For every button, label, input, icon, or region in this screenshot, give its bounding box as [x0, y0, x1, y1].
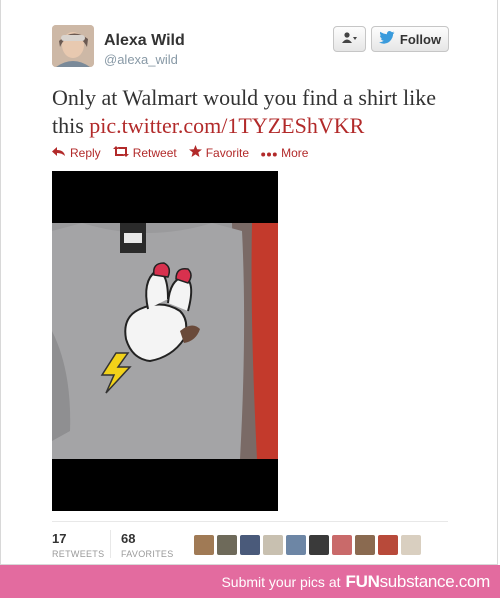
favoriter-avatar[interactable]	[355, 535, 375, 555]
retweets-count: 17	[52, 531, 67, 546]
favoriter-avatar[interactable]	[378, 535, 398, 555]
favorites-label: FAVORITES	[121, 549, 174, 559]
star-icon	[188, 145, 202, 160]
reply-icon	[52, 146, 66, 160]
stats-divider	[52, 521, 448, 522]
reply-label: Reply	[70, 145, 101, 160]
favorite-label: Favorite	[205, 145, 250, 160]
tweet-photo[interactable]	[52, 171, 278, 511]
retweets-label: RETWEETS	[52, 549, 105, 559]
retweet-icon	[112, 145, 129, 160]
author-name[interactable]: Alexa Wild	[104, 32, 185, 50]
brand-substance: substance	[379, 571, 455, 591]
more-action[interactable]: More	[261, 146, 308, 160]
tweet-text: Only at Walmart would you find a shirt l…	[52, 84, 472, 140]
favorite-action[interactable]: Favorite	[188, 145, 250, 160]
brand-tld: .com	[454, 571, 490, 591]
favoriter-avatar[interactable]	[240, 535, 260, 555]
brand-fun: FUN	[345, 571, 380, 591]
author-avatar[interactable]	[52, 25, 94, 67]
favoriter-avatars	[194, 535, 421, 555]
favoriter-avatar[interactable]	[309, 535, 329, 555]
favoriter-avatar[interactable]	[194, 535, 214, 555]
twitter-bird-icon	[378, 31, 395, 47]
favoriter-avatar[interactable]	[217, 535, 237, 555]
stats-separator	[110, 530, 111, 558]
user-actions-button[interactable]	[333, 26, 366, 52]
more-label: More	[281, 145, 309, 160]
banner-prompt: Submit your pics at	[221, 573, 341, 590]
favoriter-avatar[interactable]	[332, 535, 352, 555]
favorites-stat[interactable]: 68 FAVORITES	[121, 531, 174, 559]
tweet-media-link[interactable]: pic.twitter.com/1TYZEShVKR	[89, 113, 364, 138]
site-logo: FUNsubstance.com	[345, 571, 491, 592]
author-handle[interactable]: @alexa_wild	[104, 52, 178, 67]
favoriter-avatar[interactable]	[263, 535, 283, 555]
retweet-action[interactable]: Retweet	[112, 145, 177, 160]
retweets-stat[interactable]: 17 RETWEETS	[52, 531, 104, 559]
site-banner[interactable]: Submit your pics at FUNsubstance.com	[0, 565, 500, 598]
more-dots-icon	[261, 146, 277, 160]
follow-label: Follow	[399, 31, 442, 47]
retweet-label: Retweet	[132, 145, 177, 160]
tweet-actions: Reply Retweet Favorite More	[52, 145, 308, 160]
favoriter-avatar[interactable]	[286, 535, 306, 555]
reply-action[interactable]: Reply	[52, 146, 101, 160]
favorites-count: 68	[121, 531, 136, 546]
favoriter-avatar[interactable]	[401, 535, 421, 555]
user-icon	[341, 31, 358, 47]
follow-button[interactable]: Follow	[371, 26, 449, 52]
tweet-card: Alexa Wild @alexa_wild Follow Only at Wa…	[0, 0, 498, 565]
